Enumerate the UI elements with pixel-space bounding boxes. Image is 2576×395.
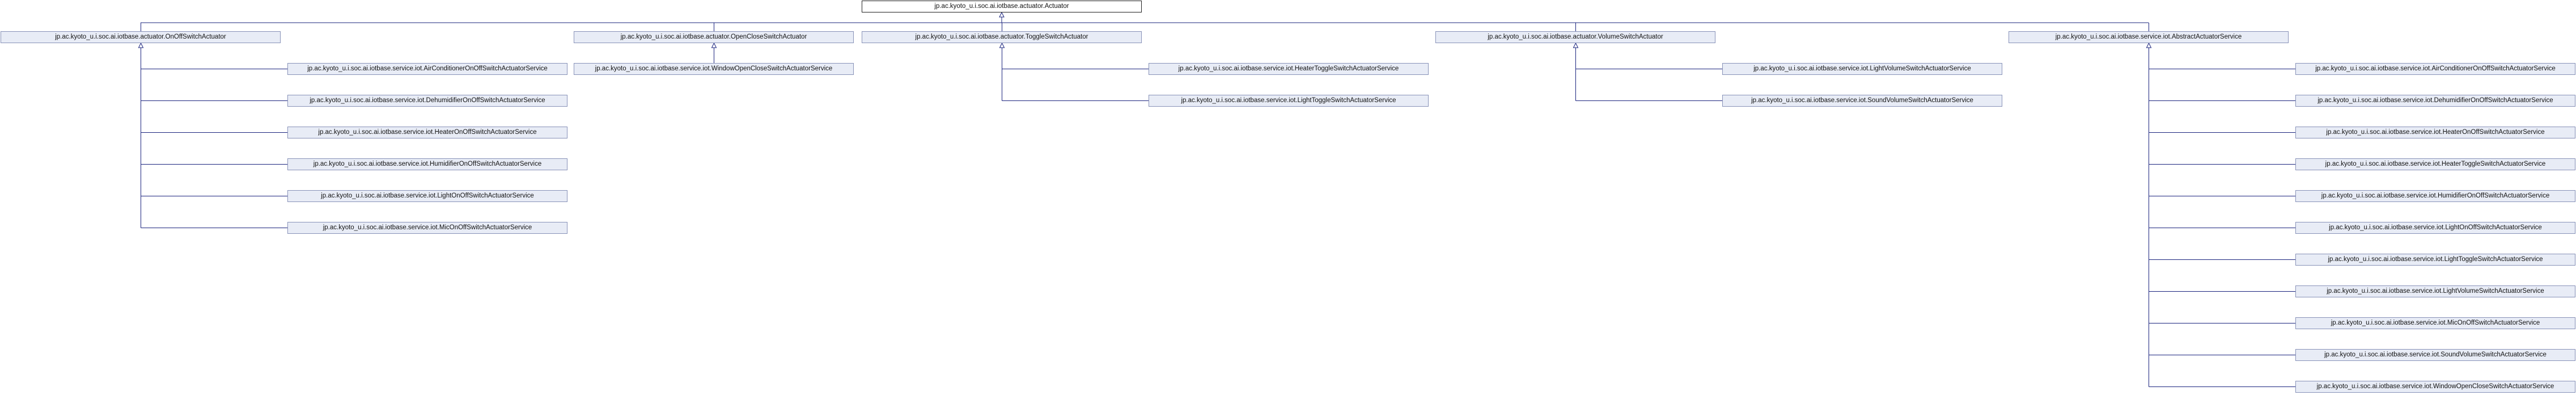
node-abstract-dehumidifier-service[interactable]: jp.ac.kyoto_u.i.soc.ai.iotbase.service.i… [2295,95,2575,107]
node-abstract-sound-service[interactable]: jp.ac.kyoto_u.i.soc.ai.iotbase.service.i… [2295,349,2575,361]
node-onoff-light-service[interactable]: jp.ac.kyoto_u.i.soc.ai.iotbase.service.i… [287,190,567,202]
inheritance-arrowhead [999,11,1005,18]
node-onoff-mic-service[interactable]: jp.ac.kyoto_u.i.soc.ai.iotbase.service.i… [287,222,567,234]
node-abstract-window-service[interactable]: jp.ac.kyoto_u.i.soc.ai.iotbase.service.i… [2295,381,2575,393]
node-abstract-light-onoff-service[interactable]: jp.ac.kyoto_u.i.soc.ai.iotbase.service.i… [2295,222,2575,234]
inheritance-arrowhead [999,42,1005,48]
node-volume-switch-actuator[interactable]: jp.ac.kyoto_u.i.soc.ai.iotbase.actuator.… [1435,31,1715,43]
node-openclose-window-service[interactable]: jp.ac.kyoto_u.i.soc.ai.iotbase.service.i… [574,63,854,75]
node-onoff-heater-service[interactable]: jp.ac.kyoto_u.i.soc.ai.iotbase.service.i… [287,127,567,138]
node-toggle-light-service[interactable]: jp.ac.kyoto_u.i.soc.ai.iotbase.service.i… [1149,95,1429,107]
node-abstract-mic-service[interactable]: jp.ac.kyoto_u.i.soc.ai.iotbase.service.i… [2295,317,2575,329]
node-actuator[interactable]: jp.ac.kyoto_u.i.soc.ai.iotbase.actuator.… [862,1,1142,12]
node-abstract-light-toggle-service[interactable]: jp.ac.kyoto_u.i.soc.ai.iotbase.service.i… [2295,254,2575,266]
node-abstract-light-volume-service[interactable]: jp.ac.kyoto_u.i.soc.ai.iotbase.service.i… [2295,285,2575,297]
node-volume-sound-service[interactable]: jp.ac.kyoto_u.i.soc.ai.iotbase.service.i… [1722,95,2002,107]
inheritance-arrowhead [2146,42,2152,48]
node-toggle-switch-actuator[interactable]: jp.ac.kyoto_u.i.soc.ai.iotbase.actuator.… [862,31,1142,43]
node-onoff-aircon-service[interactable]: jp.ac.kyoto_u.i.soc.ai.iotbase.service.i… [287,63,567,75]
node-volume-light-service[interactable]: jp.ac.kyoto_u.i.soc.ai.iotbase.service.i… [1722,63,2002,75]
node-toggle-heater-service[interactable]: jp.ac.kyoto_u.i.soc.ai.iotbase.service.i… [1149,63,1429,75]
inheritance-arrowhead [1573,42,1579,48]
node-abstract-actuator-service[interactable]: jp.ac.kyoto_u.i.soc.ai.iotbase.service.i… [2009,31,2289,43]
node-abstract-humidifier-service[interactable]: jp.ac.kyoto_u.i.soc.ai.iotbase.service.i… [2295,190,2575,202]
node-abstract-heater-onoff-service[interactable]: jp.ac.kyoto_u.i.soc.ai.iotbase.service.i… [2295,127,2575,138]
inheritance-arrowhead [138,42,144,48]
node-onoff-humidifier-service[interactable]: jp.ac.kyoto_u.i.soc.ai.iotbase.service.i… [287,158,567,170]
node-abstract-heater-toggle-service[interactable]: jp.ac.kyoto_u.i.soc.ai.iotbase.service.i… [2295,158,2575,170]
inheritance-arrowhead [711,42,717,48]
node-abstract-aircon-service[interactable]: jp.ac.kyoto_u.i.soc.ai.iotbase.service.i… [2295,63,2575,75]
node-onoff-dehumidifier-service[interactable]: jp.ac.kyoto_u.i.soc.ai.iotbase.service.i… [287,95,567,107]
node-openclose-switch-actuator[interactable]: jp.ac.kyoto_u.i.soc.ai.iotbase.actuator.… [574,31,854,43]
node-onoff-switch-actuator[interactable]: jp.ac.kyoto_u.i.soc.ai.iotbase.actuator.… [1,31,281,43]
